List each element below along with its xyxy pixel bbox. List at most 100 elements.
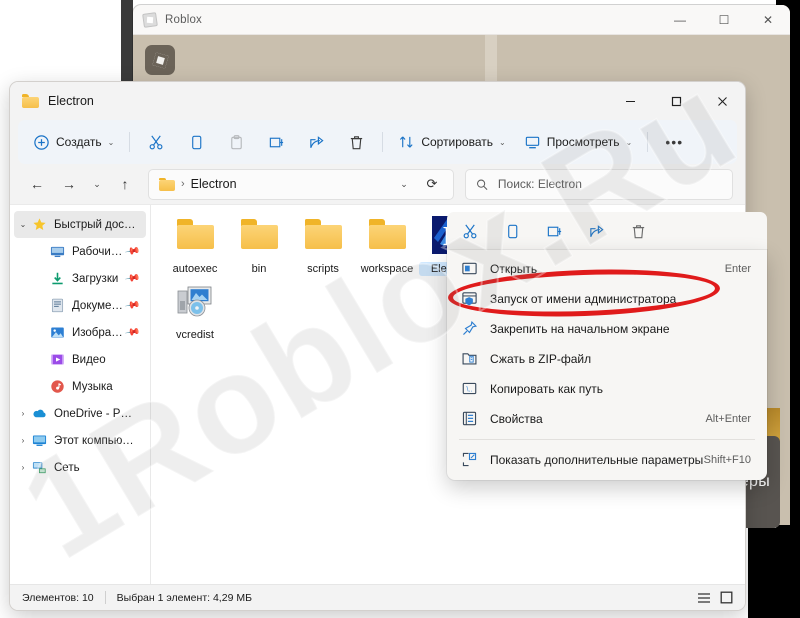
rename-button[interactable] bbox=[257, 126, 295, 158]
sidebar-item-8[interactable]: › Этот компьютер bbox=[14, 427, 146, 454]
back-button[interactable]: ← bbox=[22, 169, 52, 199]
chevron-down-icon[interactable]: ⌄ bbox=[14, 220, 32, 229]
file-item[interactable]: autoexec bbox=[163, 215, 227, 276]
context-cut-button[interactable] bbox=[457, 218, 483, 244]
sidebar-item-3[interactable]: Документы 📌 bbox=[14, 292, 146, 319]
more-options-button[interactable]: ••• bbox=[655, 126, 693, 158]
chevron-down-icon: ⌄ bbox=[499, 137, 506, 147]
zip-icon bbox=[462, 353, 477, 365]
context-menu-item-1[interactable]: Запуск от имени администратора bbox=[451, 284, 763, 314]
context-menu-item-2[interactable]: Закрепить на начальном экране bbox=[451, 314, 763, 344]
address-bar[interactable]: › Electron ⌄ ⟳ bbox=[148, 168, 454, 200]
context-menu-item-4[interactable]: \.. Копировать как путь bbox=[451, 374, 763, 404]
roblox-close-button[interactable]: ✕ bbox=[746, 5, 790, 35]
copy-button[interactable] bbox=[177, 126, 215, 158]
status-item-count: Элементов: 10 bbox=[22, 591, 94, 604]
roblox-maximize-button[interactable]: ☐ bbox=[702, 5, 746, 35]
sidebar-item-1[interactable]: Рабочий стол📌 bbox=[14, 238, 146, 265]
pin-icon[interactable]: 📌 bbox=[124, 297, 141, 313]
roblox-minimize-button[interactable]: — bbox=[658, 5, 702, 35]
new-button[interactable]: Создать ⌄ bbox=[25, 126, 122, 158]
context-menu-item-label: Показать дополнительные параметры bbox=[490, 453, 704, 467]
file-item[interactable]: vcredist bbox=[163, 281, 227, 342]
context-menu-item-label: Сжать в ZIP-файл bbox=[490, 352, 592, 366]
screen-edge-bar-bottom bbox=[748, 528, 776, 618]
explorer-minimize-button[interactable] bbox=[607, 82, 653, 120]
share-icon bbox=[589, 224, 604, 237]
file-item[interactable]: bin bbox=[227, 215, 291, 276]
breadcrumb-current-folder[interactable]: Electron bbox=[191, 177, 237, 191]
share-icon bbox=[310, 135, 324, 148]
chevron-right-icon[interactable]: › bbox=[14, 463, 32, 472]
sort-button[interactable]: Сортировать ⌄ bbox=[390, 126, 513, 158]
explorer-titlebar[interactable]: Electron bbox=[10, 82, 745, 120]
explorer-address-row: ← → ⌄ ↑ › Electron ⌄ ⟳ bbox=[10, 164, 745, 204]
forward-button[interactable]: → bbox=[54, 169, 84, 199]
sidebar-item-7[interactable]: › OneDrive - Personal bbox=[14, 400, 146, 427]
address-dropdown-button[interactable]: ⌄ bbox=[393, 169, 415, 199]
scissors-icon bbox=[149, 135, 163, 149]
file-item[interactable]: scripts bbox=[291, 215, 355, 276]
toolbar-divider-2 bbox=[382, 132, 384, 152]
context-menu-item-3[interactable]: Сжать в ZIP-файл bbox=[451, 344, 763, 374]
recent-locations-button[interactable]: ⌄ bbox=[86, 169, 108, 199]
zip-icon bbox=[461, 350, 479, 368]
search-input[interactable] bbox=[495, 176, 722, 192]
context-menu-item-5[interactable]: Свойства Alt+Enter bbox=[451, 404, 763, 434]
chevron-right-icon[interactable]: › bbox=[14, 409, 32, 418]
context-menu-item-label: Свойства bbox=[490, 412, 543, 426]
context-menu[interactable]: Открыть Enter Запуск от имени администрато… bbox=[447, 250, 767, 480]
sidebar-item-5[interactable]: Видео bbox=[14, 346, 146, 373]
pictures-icon bbox=[50, 325, 65, 340]
up-button[interactable]: ↑ bbox=[110, 169, 140, 199]
delete-button[interactable] bbox=[337, 126, 375, 158]
chevron-right-icon[interactable]: › bbox=[14, 436, 32, 445]
videos-icon bbox=[50, 352, 65, 367]
file-name-label: scripts bbox=[307, 263, 339, 275]
large-icons-view-icon[interactable] bbox=[720, 591, 733, 604]
pin-icon[interactable]: 📌 bbox=[124, 324, 141, 340]
sidebar-item-6[interactable]: Музыка bbox=[14, 373, 146, 400]
sort-button-label: Сортировать bbox=[421, 135, 494, 149]
status-bar: Элементов: 10 Выбран 1 элемент: 4,29 МБ bbox=[10, 584, 745, 610]
context-menu-item-0[interactable]: Открыть Enter bbox=[451, 254, 763, 284]
context-copy-button[interactable] bbox=[499, 218, 525, 244]
search-box[interactable] bbox=[465, 168, 733, 200]
share-button[interactable] bbox=[297, 126, 335, 158]
pin-icon[interactable]: 📌 bbox=[124, 243, 141, 259]
explorer-toolbar: Создать ⌄ Сортировать ⌄ Просмотреть ⌄ ••… bbox=[18, 120, 737, 164]
roblox-titlebar[interactable]: Roblox — ☐ ✕ bbox=[133, 5, 790, 35]
context-menu-item-6[interactable]: Показать дополнительные параметры Shift+F… bbox=[451, 445, 763, 475]
view-button[interactable]: Просмотреть ⌄ bbox=[516, 126, 641, 158]
pin-icon[interactable]: 📌 bbox=[124, 270, 141, 286]
explorer-maximize-button[interactable] bbox=[653, 82, 699, 120]
star-icon bbox=[32, 217, 47, 232]
roblox-window-controls: — ☐ ✕ bbox=[658, 5, 790, 35]
maximize-icon bbox=[671, 96, 681, 106]
roblox-icon bbox=[142, 11, 158, 28]
pin-start-icon bbox=[461, 320, 479, 338]
file-item[interactable]: workspace bbox=[355, 215, 419, 276]
sidebar-item-9[interactable]: › Сеть bbox=[14, 454, 146, 481]
copy-path-icon: \.. bbox=[461, 380, 479, 398]
cut-button[interactable] bbox=[137, 126, 175, 158]
paste-button[interactable] bbox=[217, 126, 255, 158]
roblox-app-icon bbox=[145, 45, 175, 75]
details-view-icon[interactable] bbox=[697, 592, 711, 604]
sidebar-item-2[interactable]: Загрузки 📌 bbox=[14, 265, 146, 292]
copy-icon bbox=[191, 135, 202, 149]
sidebar-item-4[interactable]: Изображения📌 bbox=[14, 319, 146, 346]
explorer-window-title: Electron bbox=[48, 94, 94, 108]
sidebar-item-0[interactable]: ⌄ Быстрый доступ bbox=[14, 211, 146, 238]
properties-icon bbox=[461, 410, 479, 428]
refresh-button[interactable]: ⟳ bbox=[417, 169, 447, 199]
shield-icon bbox=[461, 290, 479, 308]
file-name-label: workspace bbox=[360, 263, 414, 275]
scissors-icon bbox=[463, 224, 476, 238]
view-button-label: Просмотреть bbox=[546, 135, 620, 149]
context-share-button[interactable] bbox=[583, 218, 609, 244]
explorer-close-button[interactable] bbox=[699, 82, 745, 120]
context-rename-button[interactable] bbox=[541, 218, 567, 244]
context-delete-button[interactable] bbox=[625, 218, 651, 244]
folder-icon[interactable] bbox=[159, 177, 175, 191]
